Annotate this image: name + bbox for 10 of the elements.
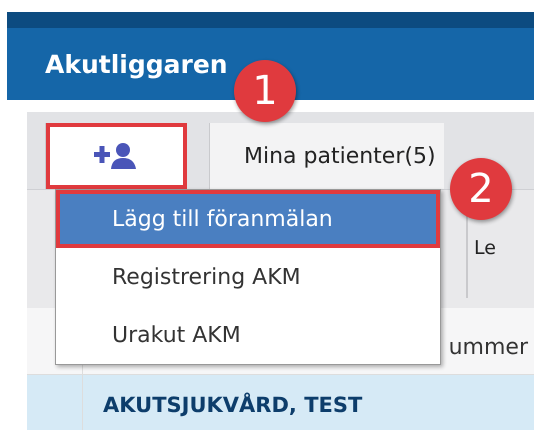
column-header: ummer: [448, 335, 528, 360]
menu-item[interactable]: Urakut AKM: [56, 306, 440, 364]
app-title: Akutliggaren: [45, 50, 228, 78]
table-row-highlight[interactable]: AKUTSJUKVÅRD, TEST: [27, 375, 534, 430]
table-cell: AKUTSJUKVÅRD, TEST: [103, 393, 362, 417]
column-label: Le: [474, 237, 496, 259]
tab[interactable]: Mina patienter(5): [209, 123, 444, 189]
add-patient-tab[interactable]: [45, 123, 187, 189]
menu-item[interactable]: Registrering AKM: [56, 248, 440, 306]
menu-item[interactable]: Lägg till föranmälan: [56, 190, 440, 248]
